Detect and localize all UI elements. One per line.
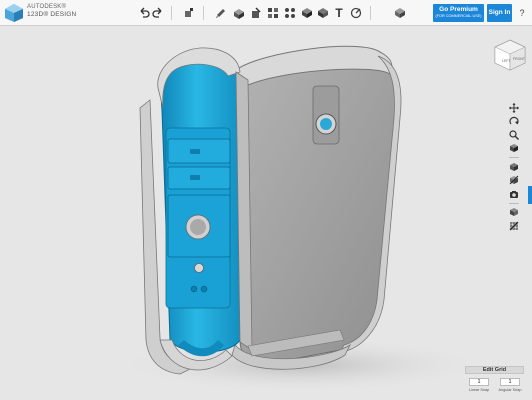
eject-button[interactable]: [190, 149, 200, 154]
primitives-icon: [185, 8, 193, 17]
orbit-button[interactable]: [507, 116, 521, 128]
speaker-center: [190, 219, 206, 235]
redo-icon: [152, 7, 162, 18]
view-toolbar-separator: [508, 202, 519, 204]
measure-icon: [318, 8, 328, 18]
grouping-button[interactable]: [283, 5, 297, 21]
angular-snap-label: Angular Snap: [498, 388, 522, 392]
front-port-1[interactable]: [190, 285, 198, 293]
toolbar-separator: [370, 6, 371, 20]
undo-button[interactable]: [137, 5, 151, 21]
autodesk-logo-icon[interactable]: [4, 3, 24, 23]
view-toolbar-separator: [508, 157, 519, 158]
material-view-button[interactable]: [507, 207, 521, 219]
primitives-button[interactable]: [182, 5, 196, 21]
front-port-2[interactable]: [200, 285, 208, 293]
latch-button[interactable]: [320, 118, 332, 130]
help-button[interactable]: ?: [516, 5, 528, 21]
sketch-button[interactable]: [214, 5, 228, 21]
linear-snap-input[interactable]: 1: [469, 378, 489, 386]
top-toolbar: AUTODESK® 123D® DESIGN T Go Premium (FOR…: [0, 0, 532, 26]
modify-icon: [252, 7, 261, 18]
grid-toggle-icon: [509, 221, 518, 231]
go-premium-button[interactable]: Go Premium (FOR COMMERCIAL USE): [433, 4, 484, 22]
combine-icon: [302, 8, 312, 18]
fit-icon: [509, 144, 518, 153]
view-toolbar: [505, 102, 522, 248]
view-box-button[interactable]: [507, 161, 521, 173]
pattern-button[interactable]: [266, 5, 280, 21]
edit-grid-panel: Edit Grid 1 Linear Snap 1 Angular Snap: [465, 366, 524, 396]
brand-line2: 123D® DESIGN: [27, 11, 77, 18]
modify-button[interactable]: [249, 5, 263, 21]
navcube-left-label: LEFT: [502, 59, 511, 63]
navcube-front-label: FRONT: [513, 57, 526, 61]
construct-button[interactable]: [232, 5, 246, 21]
material-icon: [509, 208, 518, 217]
text-tool-label: T: [335, 6, 343, 20]
hide-button[interactable]: [507, 175, 521, 187]
material-button[interactable]: [393, 5, 407, 21]
edit-grid-button[interactable]: Edit Grid: [465, 366, 524, 374]
combine-button[interactable]: [300, 5, 314, 21]
zoom-button[interactable]: [507, 129, 521, 141]
premium-sublabel: (FOR COMMERCIAL USE): [435, 14, 482, 18]
toolbar-separator: [171, 6, 172, 20]
snap-icon: [350, 7, 362, 19]
pattern-icon: [268, 8, 278, 18]
linear-snap-label: Linear Snap: [468, 388, 490, 392]
fit-button[interactable]: [507, 143, 521, 155]
sketch-icon: [216, 9, 225, 18]
toolbar-separator: [203, 6, 204, 20]
power-button[interactable]: [194, 263, 204, 273]
brand-name: AUTODESK® 123D® DESIGN: [27, 4, 76, 18]
undo-icon: [140, 7, 150, 18]
camera-button[interactable]: [507, 188, 521, 200]
measure-button[interactable]: [316, 5, 330, 21]
hide-icon: [509, 175, 518, 185]
grid-toggle-button[interactable]: [507, 220, 521, 232]
pan-button[interactable]: [507, 102, 521, 114]
text-tool-button[interactable]: T: [332, 5, 346, 21]
premium-label: Go Premium: [439, 6, 478, 13]
grouping-icon: [285, 8, 295, 18]
3d-model-scene[interactable]: [0, 27, 532, 400]
construct-icon: [234, 9, 244, 19]
view-box-icon: [509, 162, 518, 171]
nav-cube[interactable]: LEFT FRONT: [493, 38, 527, 72]
sign-in-button[interactable]: Sign In: [487, 4, 512, 22]
material-icon: [395, 8, 405, 18]
camera-icon: [509, 190, 518, 198]
redo-button[interactable]: [151, 5, 165, 21]
angular-snap-input[interactable]: 1: [500, 378, 520, 386]
pan-icon: [508, 102, 519, 113]
eject-button-2[interactable]: [190, 175, 200, 180]
snap-button[interactable]: [349, 5, 363, 21]
3d-viewport[interactable]: LEFT FRONT: [0, 27, 532, 400]
orbit-icon: [508, 117, 519, 125]
brand-line1: AUTODESK®: [27, 4, 67, 10]
side-panel-handle[interactable]: [528, 186, 532, 204]
zoom-icon: [508, 130, 519, 140]
